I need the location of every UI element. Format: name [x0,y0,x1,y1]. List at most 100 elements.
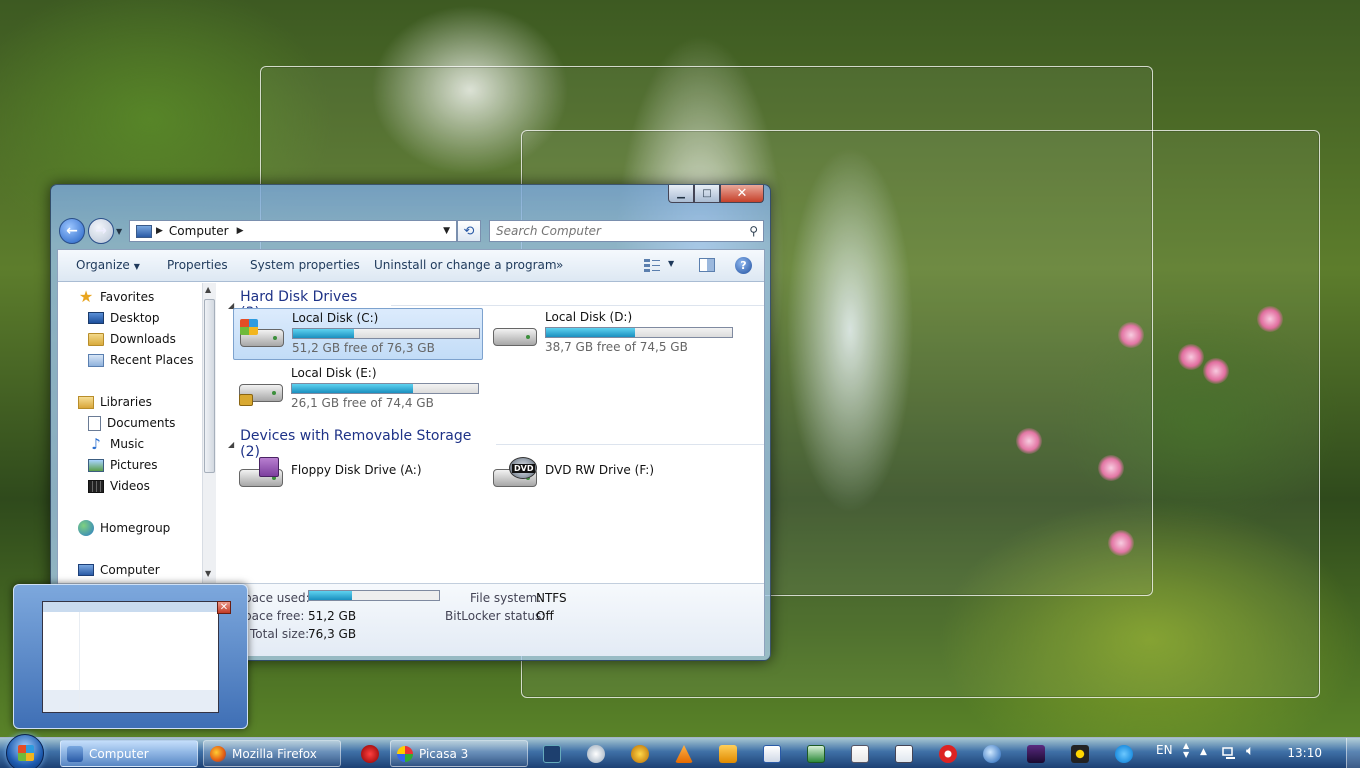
start-button[interactable] [6,734,44,768]
media-player-icon[interactable] [361,745,379,763]
excel-icon[interactable] [807,745,825,763]
taskbar: Computer Mozilla Firefox Picasa 3 EN ▲ ▼ … [0,734,1360,768]
desktop-icon [88,312,104,324]
drive-c[interactable]: Local Disk (C:) 51,2 GB free of 76,3 GB [233,308,483,360]
drive-name: DVD RW Drive (F:) [545,463,655,477]
app-icon[interactable] [1027,745,1045,763]
properties-button[interactable]: Properties [167,258,228,272]
app-icon[interactable] [1071,745,1089,763]
space-used-label: pace used: [244,591,310,605]
space-used-bar [308,590,440,601]
app-icon[interactable] [939,745,957,763]
maximize-button[interactable]: □ [694,185,720,203]
volume-icon[interactable]: 🔈︎ [1246,743,1254,759]
nav-favorites[interactable]: ★ Favorites [78,287,154,307]
search-input[interactable] [496,224,736,238]
computer-icon [78,564,94,576]
dvd-drive-icon: DVD [491,457,539,493]
close-button[interactable]: ✕ [720,185,764,203]
navigation-pane: ★ Favorites Desktop Downloads Recent Plac… [58,283,216,583]
navigation-scrollbar[interactable]: ▲ ▼ [202,283,216,583]
uninstall-program-button[interactable]: Uninstall or change a program [374,258,557,272]
drive-f-dvd[interactable]: DVD DVD RW Drive (F:) [487,449,737,501]
language-indicator[interactable]: EN [1156,743,1173,757]
file-system-value: NTFS [536,591,567,605]
photoshop-icon[interactable] [543,745,561,763]
help-icon[interactable]: ? [735,257,752,274]
music-icon: ♪ [91,435,101,453]
nav-desktop[interactable]: Desktop [88,308,160,328]
system-properties-button[interactable]: System properties [250,258,360,272]
vlc-icon[interactable] [675,745,693,763]
refresh-button[interactable]: ⟲ [457,220,481,242]
collapse-arrow-icon[interactable]: ◢ [228,440,234,449]
word-icon[interactable] [763,745,781,763]
nav-computer-label: Computer [100,563,160,577]
minimize-button[interactable]: ▁ [668,185,694,203]
nav-libraries[interactable]: Libraries [78,392,152,412]
forward-button[interactable]: → [88,218,114,244]
nav-documents[interactable]: Documents [88,413,175,433]
view-options-dropdown-icon[interactable]: ▼ [668,259,674,268]
taskbar-thumbnail-preview[interactable]: ✕ [13,584,248,729]
thumbnail-close-button[interactable]: ✕ [217,601,231,614]
taskbar-item-computer[interactable]: Computer [60,740,198,767]
caption-buttons: ▁ □ ✕ [668,185,764,203]
organize-label: Organize [76,258,130,272]
language-options-icon[interactable]: ▲ ▼ [1183,741,1189,759]
chevron-down-icon: ▼ [133,262,140,271]
breadcrumb-arrow-icon[interactable]: ▶ [237,226,244,236]
scroll-up-icon[interactable]: ▲ [205,285,211,294]
nav-computer[interactable]: Computer [78,560,160,580]
floppy-drive-icon [237,457,285,493]
navigation-row: ← → ▼ ▶ Computer ▶ ▼ ⟲ ⚲ [59,218,764,244]
show-hidden-icons-icon[interactable]: ▲ [1200,747,1207,757]
recent-pages-dropdown-icon[interactable]: ▼ [116,227,122,236]
nav-videos[interactable]: Videos [88,476,150,496]
paint-icon[interactable] [587,745,605,763]
nav-downloads[interactable]: Downloads [88,329,176,349]
drive-usage-bar [292,328,480,339]
back-button[interactable]: ← [59,218,85,244]
window-thumbnail-image[interactable] [42,601,219,713]
show-desktop-button[interactable] [1346,738,1360,768]
breadcrumb-computer[interactable]: Computer [169,224,229,238]
change-view-icon[interactable] [643,257,661,273]
drive-name: Local Disk (E:) [291,366,377,380]
address-bar[interactable]: ▶ Computer ▶ ▼ [129,220,457,242]
more-commands-button[interactable]: » [556,258,563,272]
address-dropdown-icon[interactable]: ▼ [443,226,450,236]
network-icon[interactable] [1222,746,1236,763]
nav-libraries-label: Libraries [100,395,152,409]
globe-icon[interactable] [983,745,1001,763]
drive-d[interactable]: Local Disk (D:) 38,7 GB free of 74,5 GB [487,308,737,360]
preview-pane-icon[interactable] [698,257,716,273]
documents-icon [88,415,101,431]
nav-recent-places[interactable]: Recent Places [88,350,193,370]
clock[interactable]: 13:10 [1287,746,1322,760]
document-icon[interactable] [895,745,913,763]
taskbar-item-picasa[interactable]: Picasa 3 [390,740,528,767]
downloads-folder-icon [88,332,104,346]
nav-pictures[interactable]: Pictures [88,455,158,475]
breadcrumb-arrow-icon[interactable]: ▶ [156,226,163,236]
taskbar-item-firefox[interactable]: Mozilla Firefox [203,740,341,767]
nav-homegroup[interactable]: Homegroup [78,518,170,538]
app-icon[interactable] [631,745,649,763]
scrollbar-thumb[interactable] [204,299,215,473]
space-free-label: pace free: [244,609,305,623]
drive-e[interactable]: Local Disk (E:) 26,1 GB free of 74,4 GB [233,364,483,416]
drive-name: Local Disk (D:) [545,310,633,324]
computer-icon [67,745,83,762]
search-box[interactable]: ⚲ [489,220,764,242]
drive-a-floppy[interactable]: Floppy Disk Drive (A:) [233,449,483,501]
nav-music[interactable]: ♪ Music [88,434,144,454]
skype-icon[interactable] [1115,745,1133,763]
scroll-down-icon[interactable]: ▼ [205,569,211,578]
notepad-icon[interactable] [851,745,869,763]
organize-button[interactable]: Organize ▼ [76,258,140,272]
picasa-icon [397,745,413,762]
media-player-classic-icon[interactable] [719,745,737,763]
libraries-icon [78,395,94,409]
search-icon[interactable]: ⚲ [749,224,758,238]
